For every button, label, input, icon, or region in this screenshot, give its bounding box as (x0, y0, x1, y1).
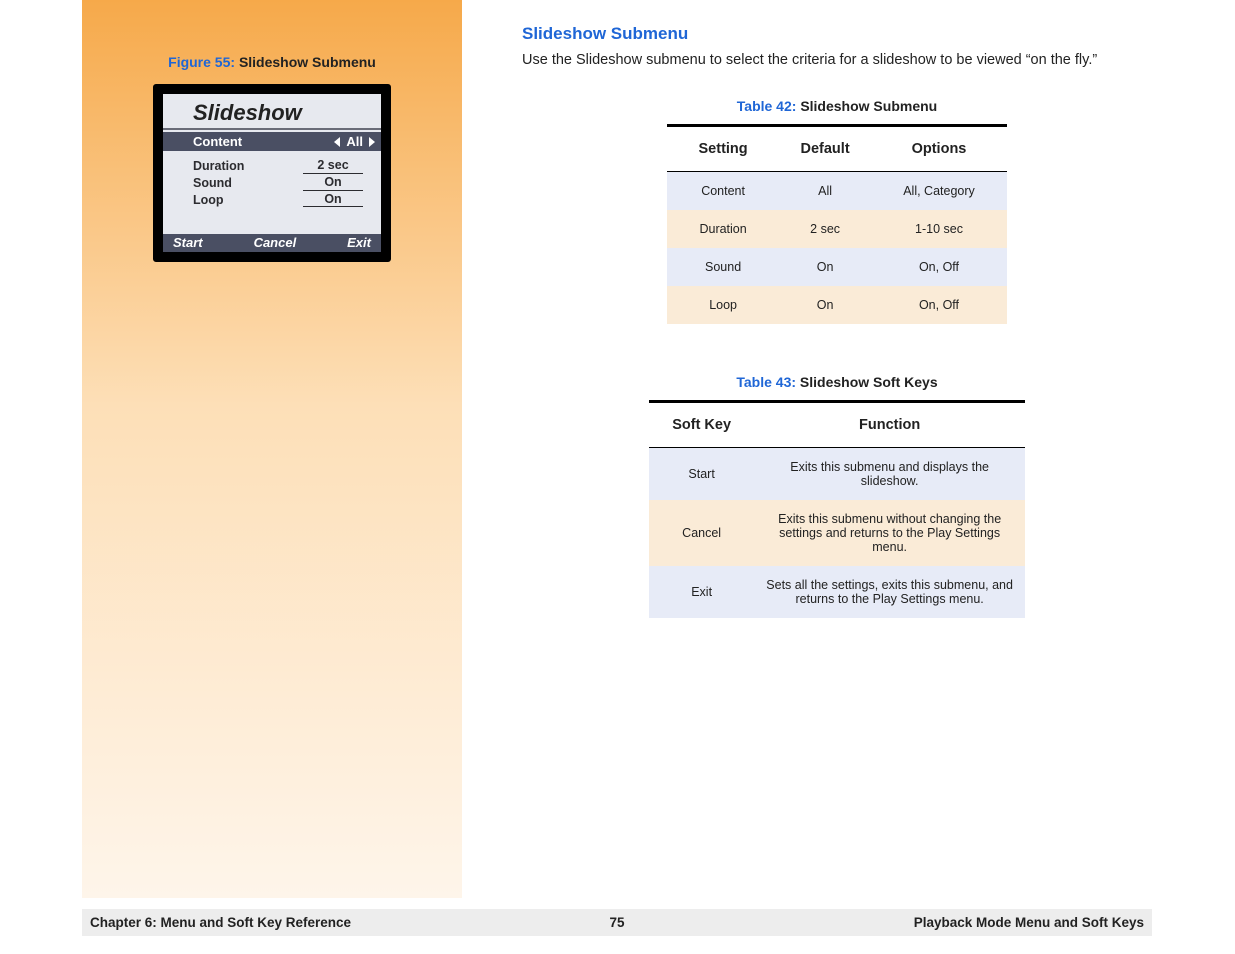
table-row: Cancel Exits this submenu without changi… (649, 500, 1025, 566)
table-43-header: Function (754, 402, 1025, 448)
table-cell: 1-10 sec (871, 210, 1007, 248)
camera-lcd-figure: Slideshow Content All Duration 2 sec (153, 84, 391, 262)
table-cell: All, Category (871, 172, 1007, 211)
table-43-label: Table 43: (736, 374, 796, 390)
lcd-option-list: Duration 2 sec Sound On Loop On (163, 151, 381, 207)
lcd-option-value: 2 sec (303, 159, 363, 174)
section-heading: Slideshow Submenu (522, 24, 1152, 44)
figure-label: Figure 55: (168, 54, 235, 70)
lcd-option-value: On (303, 176, 363, 191)
table-42-label: Table 42: (737, 98, 797, 114)
table-43: Soft Key Function Start Exits this subme… (649, 400, 1025, 618)
table-row: Loop On On, Off (667, 286, 1007, 324)
table-cell: Start (649, 448, 754, 501)
right-arrow-icon (369, 137, 375, 147)
table-cell: Exits this submenu without changing the … (754, 500, 1025, 566)
lcd-softkey-bar: Start Cancel Exit (163, 234, 381, 252)
table-43-header: Soft Key (649, 402, 754, 448)
table-42-title: Slideshow Submenu (800, 98, 937, 114)
table-cell: Loop (667, 286, 779, 324)
table-cell: Duration (667, 210, 779, 248)
table-row: Content All All, Category (667, 172, 1007, 211)
table-cell: Sets all the settings, exits this submen… (754, 566, 1025, 618)
table-cell: All (779, 172, 871, 211)
table-43-title: Slideshow Soft Keys (800, 374, 938, 390)
table-cell: On (779, 248, 871, 286)
table-row: Sound On On, Off (667, 248, 1007, 286)
page: Figure 55: Slideshow Submenu Slideshow C… (82, 0, 1152, 954)
table-cell: 2 sec (779, 210, 871, 248)
table-43-caption: Table 43: Slideshow Soft Keys (522, 374, 1152, 390)
lcd-selected-value: All (346, 134, 363, 149)
lcd-option-row: Loop On (193, 193, 371, 208)
lcd-option-label: Loop (193, 193, 263, 208)
lcd-option-row: Duration 2 sec (193, 159, 371, 174)
page-footer: Chapter 6: Menu and Soft Key Reference 7… (82, 909, 1152, 936)
lcd-option-label: Duration (193, 159, 263, 174)
figure-caption: Figure 55: Slideshow Submenu (82, 54, 462, 70)
table-row: Exit Sets all the settings, exits this s… (649, 566, 1025, 618)
table-cell: On (779, 286, 871, 324)
table-row: Start Exits this submenu and displays th… (649, 448, 1025, 501)
sidebar: Figure 55: Slideshow Submenu Slideshow C… (82, 0, 462, 898)
table-cell: On, Off (871, 286, 1007, 324)
table-42-header: Options (871, 126, 1007, 172)
table-42-caption: Table 42: Slideshow Submenu (522, 98, 1152, 114)
left-arrow-icon (334, 137, 340, 147)
section-intro: Use the Slideshow submenu to select the … (522, 52, 1152, 68)
table-cell: Cancel (649, 500, 754, 566)
table-cell: On, Off (871, 248, 1007, 286)
lcd-selected-row: Content All (163, 132, 381, 151)
table-42-header: Default (779, 126, 871, 172)
lcd-softkey-left: Start (173, 235, 203, 250)
table-row: Duration 2 sec 1-10 sec (667, 210, 1007, 248)
table-cell: Exit (649, 566, 754, 618)
table-cell: Content (667, 172, 779, 211)
main-content: Slideshow Submenu Use the Slideshow subm… (462, 0, 1152, 954)
table-42-header: Setting (667, 126, 779, 172)
lcd-option-row: Sound On (193, 176, 371, 191)
table-42: Setting Default Options Content All All,… (667, 124, 1007, 324)
lcd-selected-label: Content (193, 134, 242, 149)
table-cell: Exits this submenu and displays the slid… (754, 448, 1025, 501)
lcd-option-label: Sound (193, 176, 263, 191)
lcd-screen: Slideshow Content All Duration 2 sec (163, 94, 381, 252)
lcd-softkey-right: Exit (347, 235, 371, 250)
footer-page-number: 75 (82, 915, 1152, 930)
figure-title: Slideshow Submenu (239, 54, 376, 70)
table-cell: Sound (667, 248, 779, 286)
lcd-softkey-center: Cancel (254, 235, 297, 250)
lcd-title: Slideshow (163, 94, 381, 130)
lcd-option-value: On (303, 193, 363, 208)
